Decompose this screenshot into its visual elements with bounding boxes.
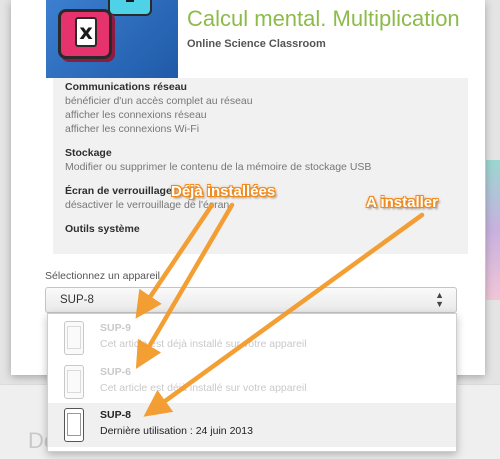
device-option-name: SUP-8 (100, 409, 131, 421)
permission-item: afficher les connexions Wi-Fi (65, 123, 200, 135)
app-title: Calcul mental. Multiplication (187, 6, 460, 31)
permission-item: Modifier ou supprimer le contenu de la m… (65, 161, 372, 173)
multiplication-tiles-icon: x (46, 0, 178, 78)
device-option-name: SUP-9 (100, 322, 131, 334)
permission-group-title: Outils système (65, 223, 140, 235)
permissions-list[interactable]: Communications réseau bénéficier d'un ac… (53, 78, 468, 254)
device-option-status: Cet article est déjà installé sur votre … (100, 382, 307, 394)
device-option: SUP-6 Cet article est déjà installé sur … (48, 360, 456, 404)
device-dropdown: SUP-9 Cet article est déjà installé sur … (47, 313, 457, 452)
device-option: SUP-9 Cet article est déjà installé sur … (48, 316, 456, 360)
phone-icon (64, 365, 84, 399)
device-select-label: Sélectionnez un appareil (45, 270, 160, 282)
permission-item: afficher les connexions réseau (65, 109, 207, 121)
permission-group: Outils système (65, 222, 468, 236)
permission-group: Stockage Modifier ou supprimer le conten… (65, 146, 468, 174)
device-select[interactable]: SUP-8 ▲ ▼ (45, 287, 457, 313)
device-option-status: Dernière utilisation : 24 juin 2013 (100, 425, 253, 437)
device-select-value: SUP-8 (60, 294, 94, 306)
permission-group-title: Communications réseau (65, 81, 187, 93)
annotation-to-install-label: A installer (366, 194, 438, 211)
phone-icon (64, 408, 84, 442)
permission-group: Communications réseau bénéficier d'un ac… (65, 80, 468, 136)
device-option-name: SUP-6 (100, 366, 131, 378)
background-banner-strip (486, 160, 500, 300)
device-option[interactable]: SUP-8 Dernière utilisation : 24 juin 201… (48, 403, 456, 447)
permission-group-title: Stockage (65, 147, 112, 159)
phone-icon (64, 321, 84, 355)
select-updown-icon: ▲ ▼ (435, 290, 444, 309)
device-option-status: Cet article est déjà installé sur votre … (100, 338, 307, 350)
annotation-installed-label: Déjà installées (171, 183, 276, 200)
permission-item: bénéficier d'un accès complet au réseau (65, 95, 253, 107)
app-author-link[interactable]: Online Science Classroom (187, 38, 326, 50)
